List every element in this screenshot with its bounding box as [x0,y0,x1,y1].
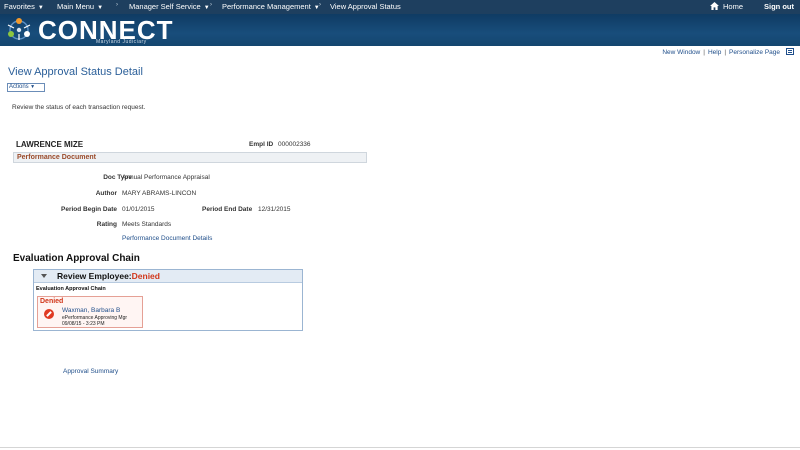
approver-status: Denied [40,298,64,305]
connect-logo-icon [7,18,31,40]
doc-type-value: Annual Performance Appraisal [122,174,210,181]
actions-dropdown[interactable]: Actions ▼ [7,83,45,92]
step-label: Review Employee:Denied [57,271,160,281]
bottom-divider [0,447,800,448]
breadcrumb-separator-icon: › [319,2,321,8]
empl-id-label: Empl ID [249,141,274,148]
main-menu[interactable]: Main Menu ▼ [57,2,103,11]
help-link[interactable]: Help [708,49,721,56]
rating-label: Rating [96,221,117,228]
home-icon [710,2,719,10]
chevron-down-icon: ▼ [37,5,44,11]
personalize-page-link[interactable]: Personalize Page [729,49,780,56]
evaluation-approval-chain-title: Evaluation Approval Chain [13,253,140,264]
approval-chain-subtitle: Evaluation Approval Chain [36,286,106,292]
instructions-text: Review the status of each transaction re… [12,104,146,111]
breadcrumb-manager-self-service[interactable]: Manager Self Service ▼ [129,2,210,11]
period-end-label: Period End Date [202,206,253,213]
empl-id-value: 000002336 [278,141,311,148]
approval-datetime: 09/08/15 - 3:23 PM [62,321,105,327]
step-name: Review Employee: [57,271,132,281]
list-icon[interactable] [786,48,794,55]
home-label: Home [723,2,744,11]
breadcrumb-separator-icon: › [210,2,212,8]
approval-summary-link[interactable]: Approval Summary [63,368,118,375]
favorites-menu[interactable]: Favorites ▼ [4,2,44,11]
author-label: Author [95,190,117,197]
logo-subtitle: Maryland Judiciary [96,39,147,45]
employee-name: LAWRENCE MIZE [16,140,84,149]
denied-icon [44,309,54,319]
step-status: Denied [131,271,160,281]
approver-name-link[interactable]: Waxman, Barbara B [62,307,120,314]
breadcrumb-label: Manager Self Service [129,2,201,11]
home-link[interactable]: Home [710,2,743,11]
new-window-link[interactable]: New Window [662,49,700,56]
separator: | [724,49,727,56]
breadcrumb-performance-management[interactable]: Performance Management ▼ [222,2,320,11]
period-begin-label: Period Begin Date [61,206,117,213]
performance-document-details-link[interactable]: Performance Document Details [122,235,212,242]
performance-document-header: Performance Document [13,152,367,163]
approval-chain-panel: Review Employee:Denied Evaluation Approv… [33,269,303,331]
chevron-down-icon: ▼ [203,5,210,11]
rating-value: Meets Standards [122,221,172,228]
section-title: Performance Document [17,154,96,161]
separator: | [703,49,705,56]
breadcrumb-label: Performance Management [222,2,311,11]
top-nav-bar: Favorites ▼ Main Menu ▼ › Manager Self Ser… [0,0,800,14]
collapse-triangle-icon[interactable] [41,274,47,278]
breadcrumb-view-approval-status[interactable]: View Approval Status [330,2,401,11]
actions-label: Actions [9,84,29,90]
period-end-value: 12/31/2015 [258,206,291,213]
author-value: MARY ABRAMS-LINCON [122,190,197,197]
header-banner: CONNECT Maryland Judiciary [0,14,800,46]
favorites-label: Favorites [4,2,35,11]
main-menu-label: Main Menu [57,2,95,11]
chevron-down-icon: ▼ [28,84,36,90]
approval-step-header[interactable]: Review Employee:Denied [34,270,302,283]
breadcrumb-separator-icon: › [116,2,118,8]
approver-card: Denied Waxman, Barbara B ePerformance Ap… [37,296,143,328]
period-begin-value: 01/01/2015 [122,206,155,213]
page-utility-links: New Window | Help | Personalize Page [662,48,794,56]
sign-out-link[interactable]: Sign out [764,2,794,11]
page-title: View Approval Status Detail [8,66,143,78]
chevron-down-icon: ▼ [97,5,104,11]
